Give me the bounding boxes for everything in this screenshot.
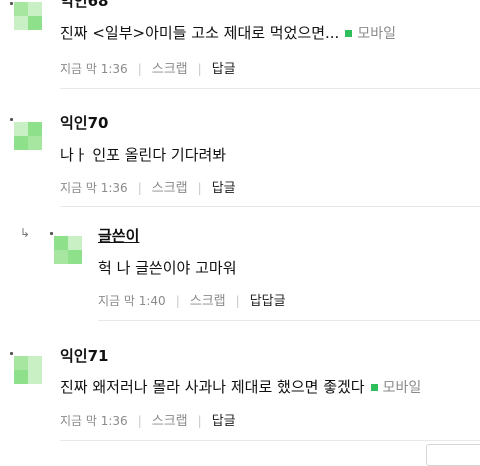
- comment-meta: 지금 막 1:36 | 스크랩 | 답글: [60, 410, 236, 429]
- avatar[interactable]: [14, 122, 42, 150]
- avatar[interactable]: [54, 236, 82, 264]
- comment-text: 나ㅏ 인포 올린다 기다려봐: [60, 146, 227, 164]
- comment-body: 진짜 <일부>아미들 고소 제대로 먹었으면...: [60, 24, 340, 42]
- comment-author[interactable]: 글쓴이: [98, 225, 139, 246]
- avatar[interactable]: [14, 2, 42, 30]
- avatar[interactable]: [14, 356, 42, 384]
- comment-author[interactable]: 익인68: [60, 0, 108, 11]
- comment-text: 진짜 왜저러나 몰라 사과나 제대로 했으면 좋겠다 모바일: [60, 376, 421, 397]
- separator: |: [197, 181, 202, 195]
- reply-button[interactable]: 답글: [212, 181, 236, 196]
- avatar-dot-icon: [10, 2, 13, 5]
- timestamp: 지금 막 1:36: [60, 414, 128, 428]
- avatar-dot-icon: [10, 118, 13, 121]
- comment-body: 진짜 왜저러나 몰라 사과나 제대로 했으면 좋겠다: [60, 378, 365, 396]
- comment-meta: 지금 막 1:36 | 스크랩 | 답글: [60, 58, 236, 77]
- floating-button[interactable]: [426, 444, 480, 466]
- scrap-button[interactable]: 스크랩: [190, 294, 226, 309]
- separator: |: [137, 181, 142, 195]
- separator: |: [235, 294, 240, 308]
- divider: [98, 320, 480, 321]
- comment-author[interactable]: 익인71: [60, 345, 108, 366]
- scrap-button[interactable]: 스크랩: [152, 62, 188, 77]
- scrap-button[interactable]: 스크랩: [152, 181, 188, 196]
- comment-text: 헉 나 글쓴이야 고마워: [98, 259, 237, 277]
- comment-meta: 지금 막 1:36 | 스크랩 | 답글: [60, 177, 236, 196]
- comment-meta: 지금 막 1:40 | 스크랩 | 답답글: [98, 290, 286, 309]
- separator: |: [197, 414, 202, 428]
- divider: [60, 206, 480, 207]
- reply-button[interactable]: 답글: [212, 62, 236, 77]
- mobile-label: 모바일: [357, 26, 396, 42]
- reply-button[interactable]: 답답글: [250, 294, 286, 309]
- comment-author[interactable]: 익인70: [60, 112, 108, 133]
- timestamp: 지금 막 1:36: [60, 181, 128, 195]
- avatar-dot-icon: [50, 232, 53, 235]
- mobile-label: 모바일: [382, 380, 422, 396]
- mobile-badge-icon: [345, 29, 353, 37]
- separator: |: [137, 414, 142, 428]
- scrap-button[interactable]: 스크랩: [152, 414, 188, 429]
- reply-button[interactable]: 답글: [212, 414, 236, 429]
- reply-arrow-icon: ↳: [20, 226, 31, 240]
- separator: |: [175, 294, 180, 308]
- avatar-dot-icon: [10, 352, 13, 355]
- divider: [60, 440, 480, 441]
- timestamp: 지금 막 1:36: [60, 62, 128, 76]
- divider: [60, 88, 480, 89]
- mobile-badge-icon: [370, 383, 378, 391]
- separator: |: [137, 62, 142, 76]
- timestamp: 지금 막 1:40: [98, 294, 166, 308]
- comment-text: 진짜 <일부>아미들 고소 제대로 먹었으면... 모바일: [60, 22, 396, 43]
- separator: |: [197, 62, 202, 76]
